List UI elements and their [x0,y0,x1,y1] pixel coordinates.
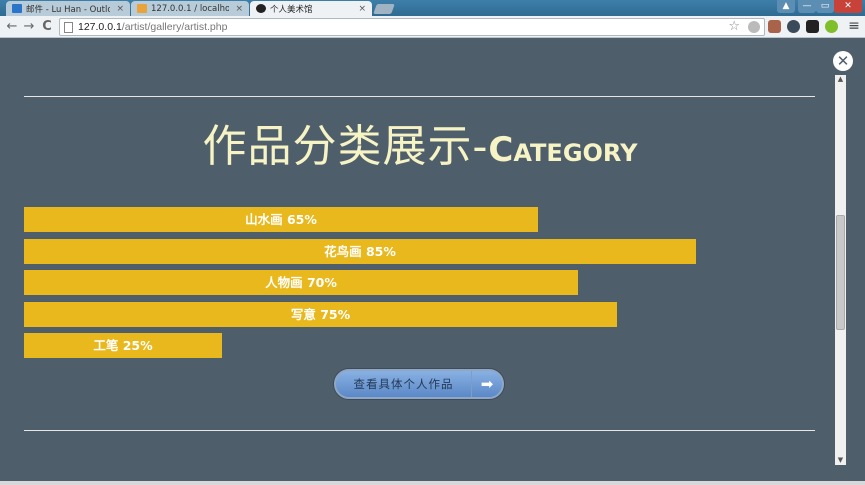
window-close-button[interactable]: ✕ [834,0,862,13]
tab-label: 个人美术馆 [270,4,313,15]
view-works-button[interactable]: 查看具体个人作品 ➡ [334,369,504,399]
bookmark-star-icon[interactable]: ☆ [728,19,740,34]
close-tab-icon[interactable]: × [235,4,243,14]
scroll-down-arrow-icon[interactable]: ▼ [836,456,845,465]
extension-shield-icon[interactable] [748,21,760,33]
forward-button[interactable]: → [21,19,37,35]
scroll-up-arrow-icon[interactable]: ▲ [836,75,845,84]
user-icon[interactable]: ▲ [777,0,795,13]
mail-icon [12,4,22,13]
category-bar-label: 工笔 25% [93,338,153,353]
url-host: 127.0.0.1 [78,21,122,33]
close-tab-icon[interactable]: × [116,4,124,14]
menu-icon[interactable]: ≡ [846,18,862,34]
tab-outlook[interactable]: 邮件 - Lu Han - Outlook × [6,1,130,16]
category-bar-label: 山水画 65% [245,212,317,227]
extension-icon[interactable] [787,20,800,33]
minimize-button[interactable]: — [798,0,816,13]
category-bar-label: 花鸟画 85% [324,243,396,259]
page-icon [64,22,73,33]
instagram-extension-icon[interactable] [768,20,781,33]
browser-titlebar: 邮件 - Lu Han - Outlook × 127.0.0.1 / loca… [0,0,865,16]
url-path: /artist/gallery/artist.php [121,21,228,33]
vertical-scrollbar[interactable]: ▲ ▼ [835,75,846,465]
panda-icon [256,4,266,13]
ghost-extension-icon[interactable] [806,20,819,33]
phpmyadmin-icon [137,4,147,13]
page-title: 作品分类展示-Category [0,121,840,176]
tab-label: 邮件 - Lu Han - Outlook [26,4,111,15]
tab-label: 127.0.0.1 / localhost / ar [151,3,230,14]
bottom-divider [24,430,815,431]
category-bar-label: 写意 75% [290,306,351,322]
page-viewport: ✕ 作品分类展示-Category 山水画 65% 花鸟画 85% 人物画 70% 写… [0,39,865,485]
reload-button[interactable]: C [39,19,55,35]
top-divider [24,96,815,97]
browser-toolbar: ← → C 127.0.0.1/artist/gallery/artist.ph… [0,16,865,38]
address-bar[interactable]: 127.0.0.1/artist/gallery/artist.php ☆ [59,18,765,36]
category-bar: 人物画 70% [24,270,578,295]
url-text[interactable]: 127.0.0.1/artist/gallery/artist.php [78,21,227,33]
category-bar-label: 人物画 70% [265,275,337,290]
close-icon[interactable]: ✕ [833,51,853,71]
tab-gallery[interactable]: 个人美术馆 × [250,1,372,16]
green-extension-icon[interactable] [825,20,838,33]
taskbar-strip [0,481,865,485]
scrollbar-thumb[interactable] [836,215,845,330]
page-title-en: Category [488,130,638,170]
view-works-label: 查看具体个人作品 [353,377,454,391]
category-bar: 写意 75% [24,301,617,327]
back-button[interactable]: ← [4,19,20,35]
category-bar: 工笔 25% [24,333,222,358]
new-tab-button[interactable] [373,4,395,14]
category-bar: 花鸟画 85% [24,238,696,264]
maximize-button[interactable]: ▭ [816,0,834,13]
close-tab-icon[interactable]: × [358,4,366,14]
category-bar: 山水画 65% [24,207,538,232]
arrow-right-icon: ➡ [471,371,502,397]
tab-phpmyadmin[interactable]: 127.0.0.1 / localhost / ar × [131,1,249,16]
page-title-cn: 作品分类展示- [202,121,489,172]
